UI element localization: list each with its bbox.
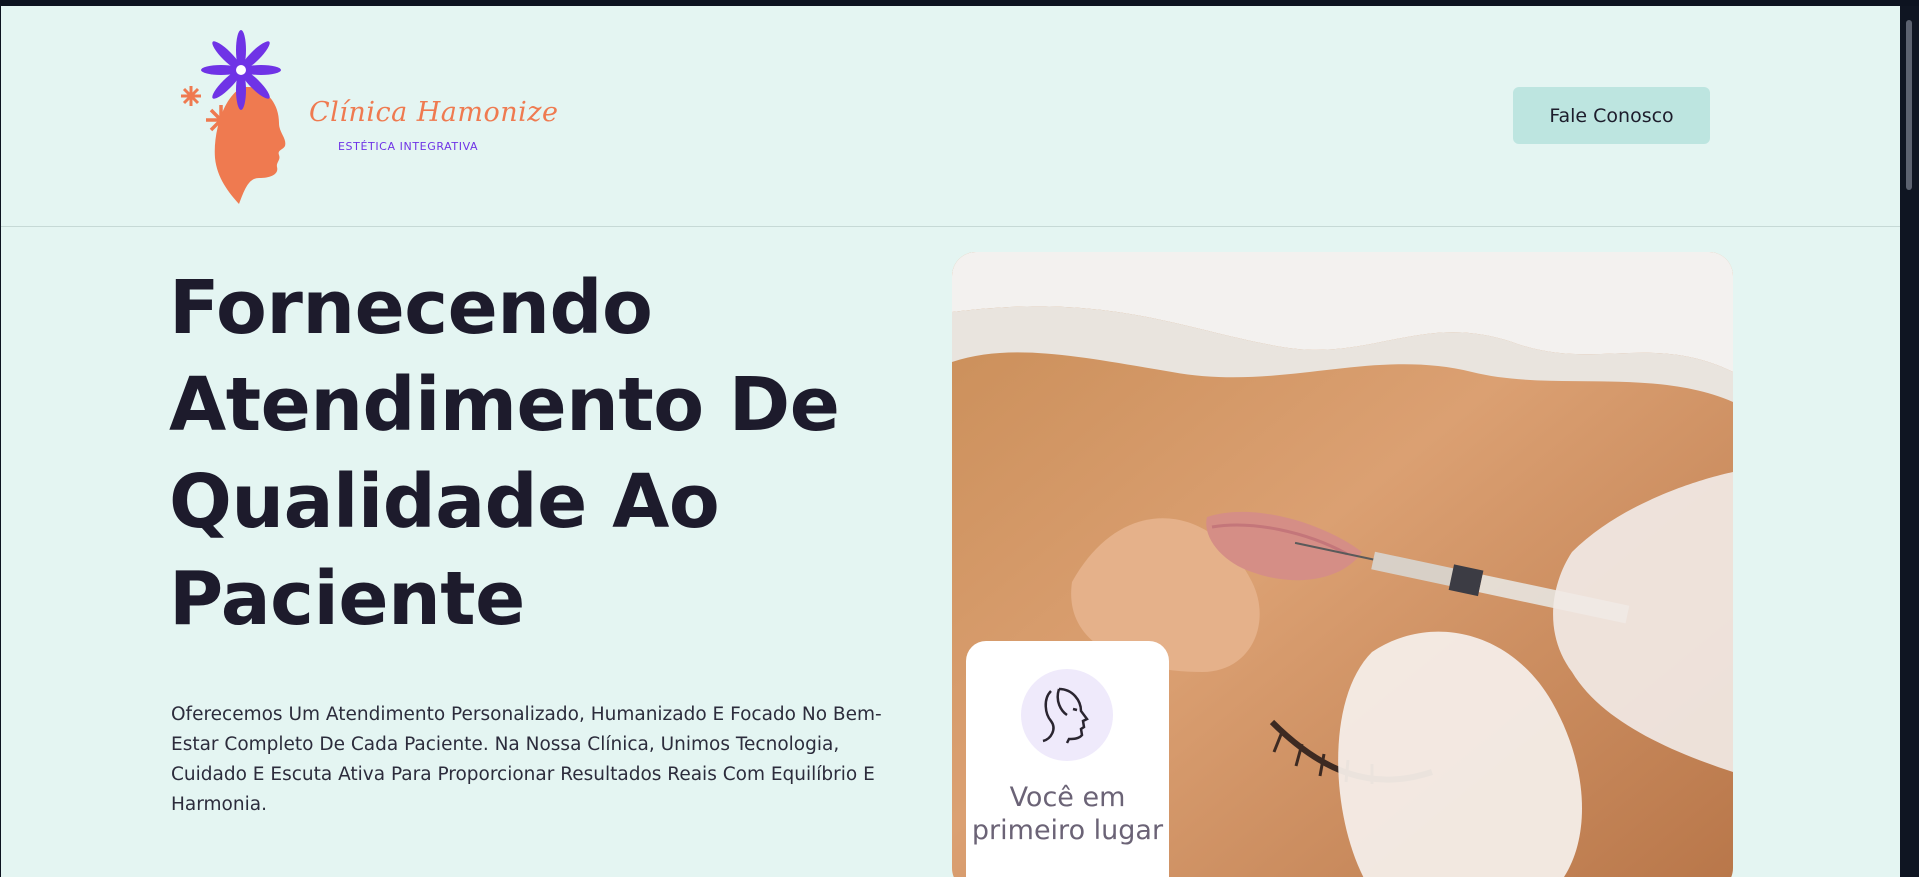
contact-button[interactable]: Fale Conosco [1513, 87, 1710, 144]
brand-name: Clínica Hamonize [309, 97, 559, 128]
feature-icon-background [1021, 669, 1113, 761]
scrollbar-thumb[interactable] [1906, 20, 1912, 190]
hero-description: Oferecemos Um Atendimento Personalizado,… [171, 704, 882, 815]
page-viewport: Clínica Hamonize ESTÉTICA INTEGRATIVA Fa… [1, 6, 1900, 877]
face-profile-icon [1042, 687, 1089, 744]
hero-title: Fornecendo Atendimento De Qualidade Ao P… [169, 265, 840, 642]
feature-label: Você em primeiro lugar [971, 782, 1164, 846]
feature-card: Você em primeiro lugar [966, 641, 1169, 877]
site-header: Clínica Hamonize ESTÉTICA INTEGRATIVA Fa… [1, 6, 1900, 227]
brand-tagline: ESTÉTICA INTEGRATIVA [338, 140, 479, 153]
woman-silhouette-logo-icon [181, 30, 286, 204]
